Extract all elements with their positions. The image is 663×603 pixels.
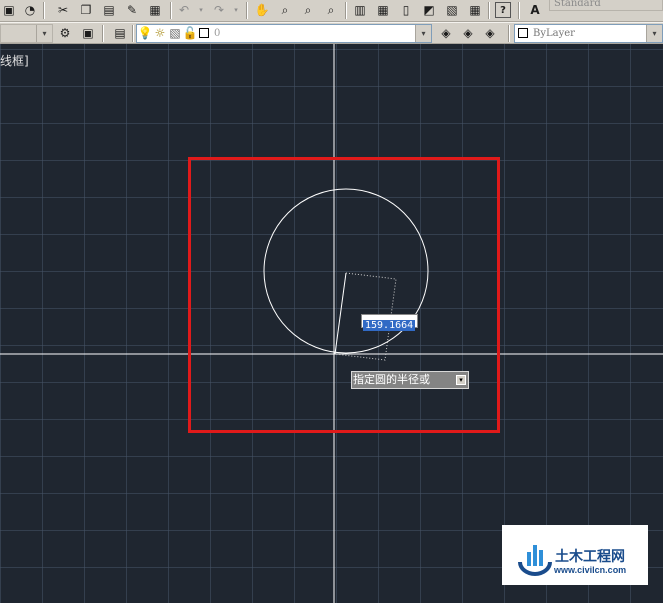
watermark-name: 土木工程网	[555, 549, 625, 565]
watermark-url: www.civilcn.com	[554, 565, 627, 575]
logo-mark-icon	[518, 545, 552, 576]
highlight-box	[188, 157, 500, 433]
watermark-logo: 土木工程网 www.civilcn.com	[502, 525, 648, 585]
